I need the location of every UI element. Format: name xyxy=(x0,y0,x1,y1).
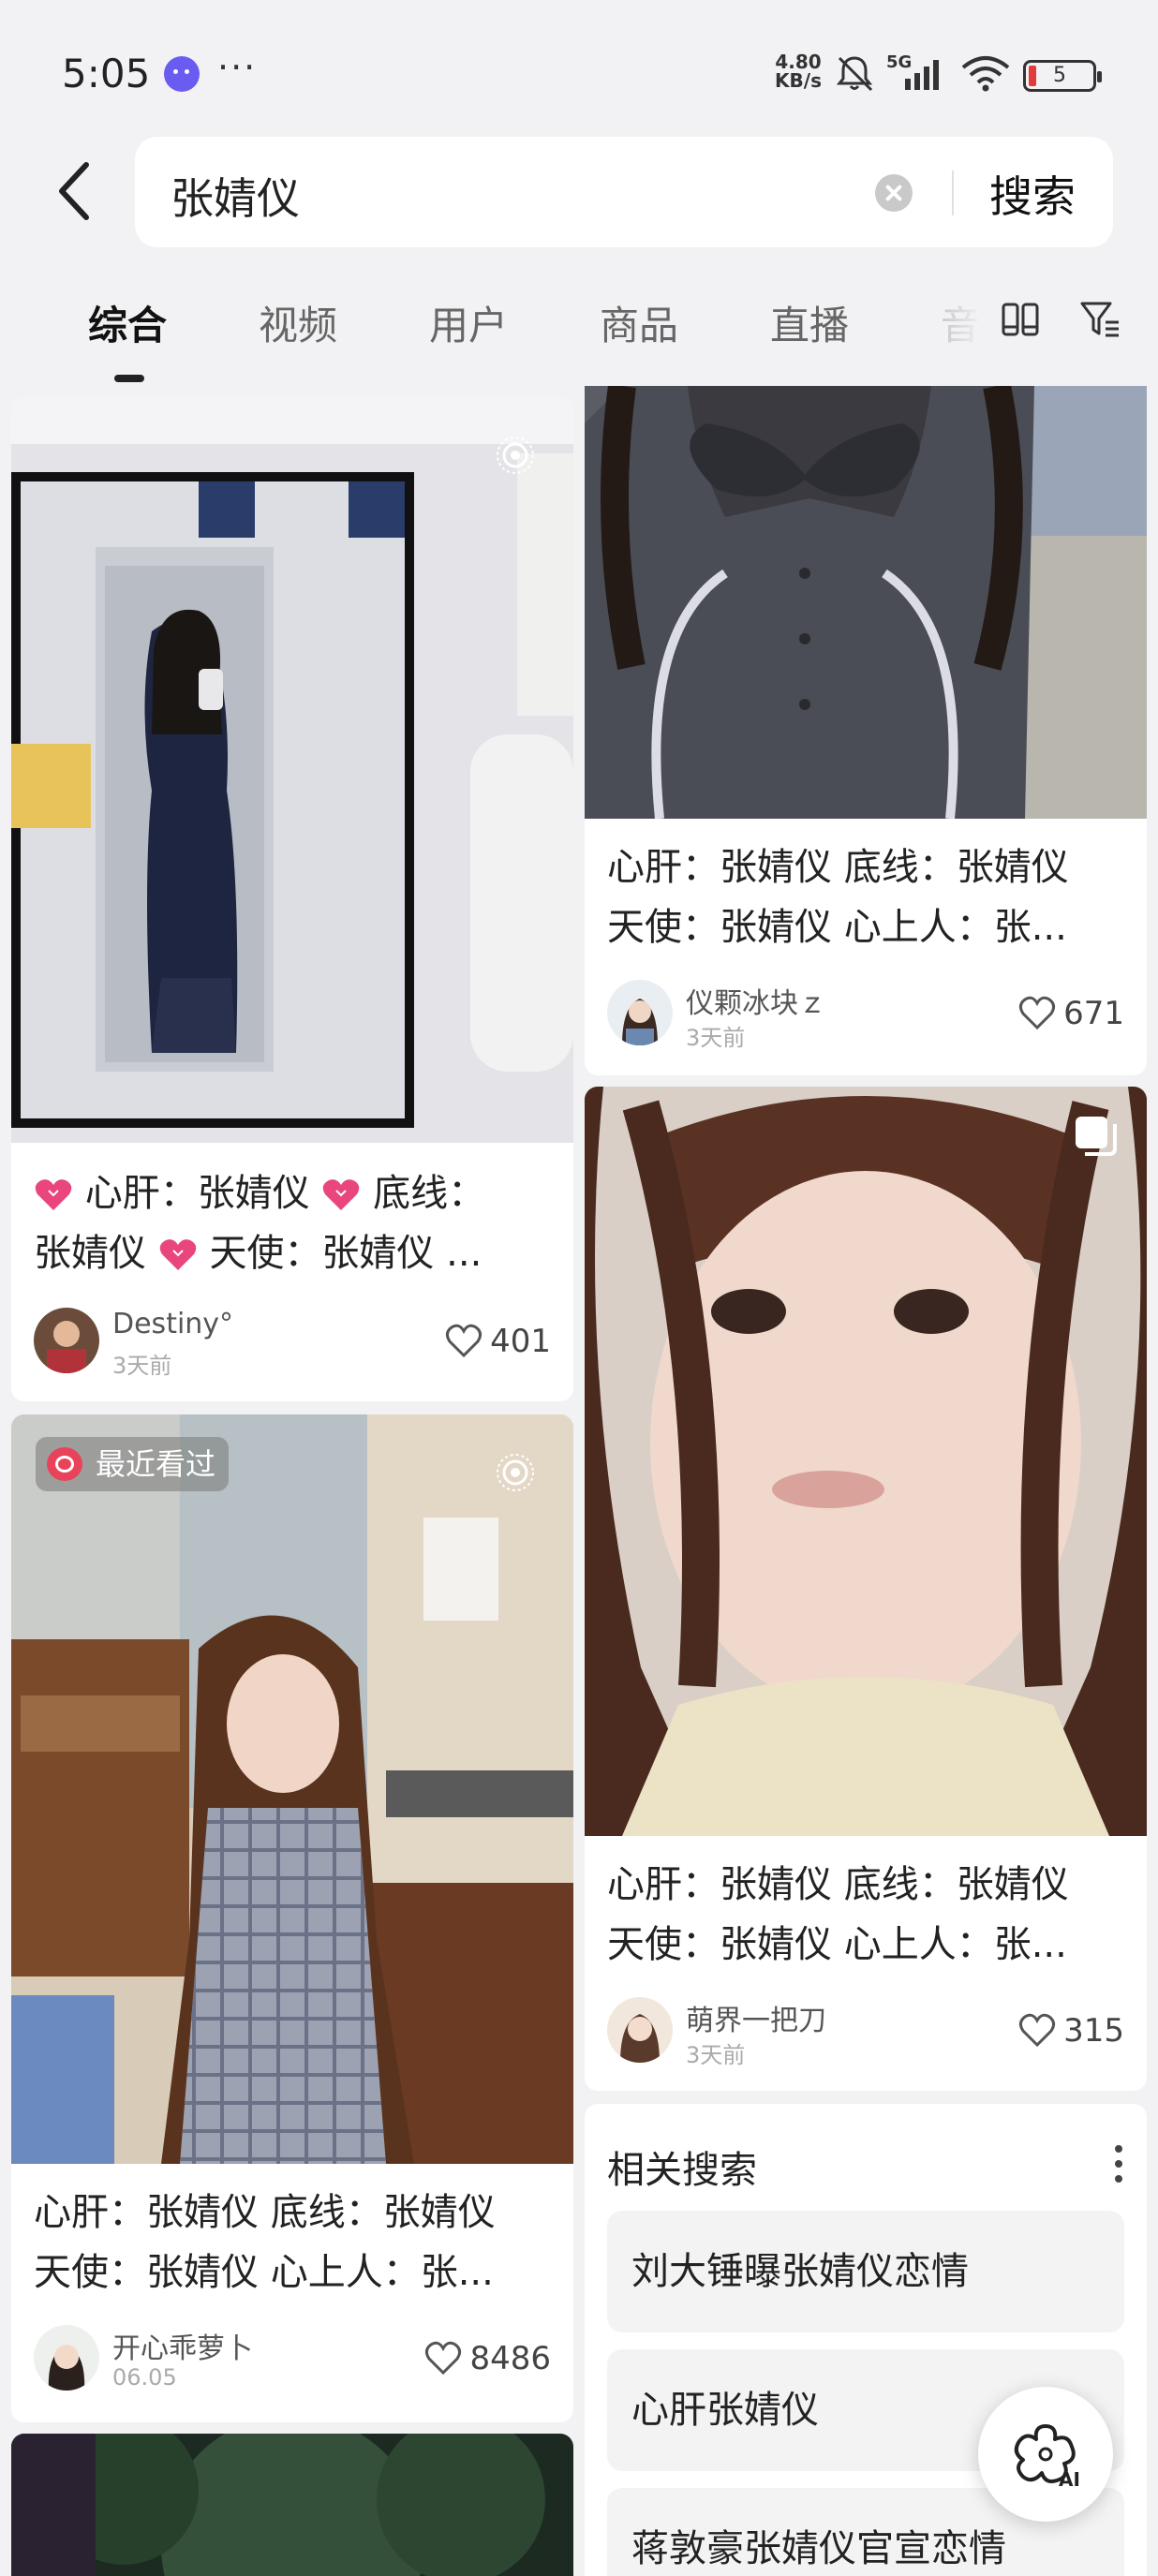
like-button[interactable]: 315 xyxy=(1018,2010,1124,2051)
heart-icon xyxy=(425,2341,462,2376)
author-name[interactable]: 开心乖萝卜 xyxy=(112,2325,253,2366)
note-author[interactable]: 萌界一把刀 3天前 315 xyxy=(607,1997,1124,2068)
avatar[interactable] xyxy=(607,980,673,1045)
note-card[interactable] xyxy=(11,2434,573,2576)
search-button[interactable]: 搜索 xyxy=(989,163,1076,225)
eye-icon xyxy=(47,1447,82,1481)
caption-line1: 心肝：张婧仪 底线：张婧仪 xyxy=(607,846,1069,889)
note-cover-image[interactable]: 最近看过 xyxy=(11,1414,573,2164)
caption-line2: 天使：张婧仪 心上人：张... xyxy=(34,2251,494,2294)
post-time: 3天前 xyxy=(686,2042,746,2068)
caption-line1: 心肝：张婧仪 底线：张婧仪 xyxy=(607,1863,1069,1906)
heart-icon xyxy=(1019,2013,1056,2048)
note-cover-image[interactable] xyxy=(585,386,1147,819)
ai-label: AI xyxy=(1059,2468,1080,2490)
note-card[interactable]: 最近看过 心肝：张婧仪 底线：张婧仪 天使：张婧仪 心上人：张... 开心乖萝卜… xyxy=(11,1414,573,2422)
heart-emoji-icon xyxy=(159,1239,196,1270)
tab-live[interactable]: 直播 xyxy=(770,294,849,351)
layout-toggle-icon[interactable] xyxy=(1001,302,1040,337)
tab-products[interactable]: 商品 xyxy=(600,294,678,351)
tab-users[interactable]: 用户 xyxy=(429,294,508,351)
like-button[interactable]: 8486 xyxy=(424,2338,551,2379)
status-bar: 5:05 ··· 4.80 KB/s 5G 5 xyxy=(0,0,1158,131)
app-notification-icon xyxy=(164,56,200,92)
like-count: 671 xyxy=(1063,995,1124,1032)
active-tab-indicator xyxy=(114,375,144,382)
more-options-icon[interactable] xyxy=(1115,2145,1124,2186)
note-caption[interactable]: 心肝：张婧仪 底线： 张婧仪 天使：张婧仪 ... xyxy=(34,1163,555,1283)
search-query[interactable]: 张婧仪 xyxy=(171,165,300,227)
post-time: 06.05 xyxy=(112,2364,177,2391)
related-searches-title: 相关搜索 xyxy=(607,2149,757,2192)
recently-viewed-badge: 最近看过 xyxy=(36,1437,230,1491)
clear-search-icon[interactable] xyxy=(875,174,913,212)
category-tabs: 综合 视频 用户 商品 直播 音 xyxy=(0,281,1158,393)
tab-video[interactable]: 视频 xyxy=(259,294,337,351)
note-caption[interactable]: 心肝：张婧仪 底线：张婧仪 天使：张婧仪 心上人：张... xyxy=(607,837,1128,957)
search-input[interactable]: 张婧仪 搜索 xyxy=(135,137,1113,247)
avatar[interactable] xyxy=(34,2325,99,2391)
caption-line1: 心肝：张婧仪 底线：张婧仪 xyxy=(34,2191,496,2234)
back-arrow-icon[interactable] xyxy=(49,157,105,225)
avatar[interactable] xyxy=(607,1997,673,2063)
mute-icon xyxy=(836,56,873,92)
note-cover-image[interactable] xyxy=(11,397,573,1143)
note-author[interactable]: Destiny° 3天前 401 xyxy=(34,1308,551,1379)
wifi-icon xyxy=(961,56,1010,92)
heart-icon xyxy=(446,1324,482,1358)
note-cover-image[interactable] xyxy=(585,1087,1147,1836)
network-speed-value: 4.80 xyxy=(775,51,822,73)
filter-icon[interactable] xyxy=(1079,300,1121,339)
post-time: 3天前 xyxy=(112,1353,172,1379)
more-notifications-icon: ··· xyxy=(217,47,258,88)
caption-line2a: 张婧仪 xyxy=(34,1232,146,1275)
live-photo-icon xyxy=(497,1454,534,1491)
avatar[interactable] xyxy=(34,1308,99,1373)
like-count: 401 xyxy=(490,1323,551,1360)
post-time: 3天前 xyxy=(686,1025,746,1051)
note-caption[interactable]: 心肝：张婧仪 底线：张婧仪 天使：张婧仪 心上人：张... xyxy=(34,2183,555,2302)
author-name[interactable]: 萌界一把刀 xyxy=(686,1997,826,2038)
like-button[interactable]: 671 xyxy=(1018,993,1124,1034)
note-card[interactable]: 心肝：张婧仪 底线： 张婧仪 天使：张婧仪 ... Destiny° 3天前 4… xyxy=(11,397,573,1401)
note-card[interactable]: 心肝：张婧仪 底线：张婧仪 天使：张婧仪 心上人：张... 萌界一把刀 3天前 … xyxy=(585,1087,1147,2091)
note-cover-image[interactable] xyxy=(11,2434,573,2576)
ai-flower-icon: AI xyxy=(1014,2424,1080,2490)
note-author[interactable]: 开心乖萝卜 06.05 8486 xyxy=(34,2325,551,2392)
caption-line1b: 底线： xyxy=(373,1172,486,1215)
battery-icon: 5 xyxy=(1023,60,1102,92)
multi-image-icon xyxy=(1076,1117,1117,1156)
note-author[interactable]: 仪颗冰块ｚ 3天前 671 xyxy=(607,980,1124,1051)
caption-line2: 天使：张婧仪 心上人：张... xyxy=(607,1923,1067,1966)
note-caption[interactable]: 心肝：张婧仪 底线：张婧仪 天使：张婧仪 心上人：张... xyxy=(607,1855,1128,1975)
clock: 5:05 xyxy=(62,51,151,96)
note-card[interactable]: 心肝：张婧仪 底线：张婧仪 天使：张婧仪 心上人：张... 仪颗冰块ｚ 3天前 … xyxy=(585,386,1147,1075)
caption-line2: 天使：张婧仪 心上人：张... xyxy=(607,906,1067,949)
caption-line1: 心肝：张婧仪 xyxy=(84,1172,310,1215)
author-name[interactable]: 仪颗冰块ｚ xyxy=(686,980,826,1021)
caption-line2b: 天使：张婧仪 ... xyxy=(209,1232,482,1275)
heart-emoji-icon xyxy=(35,1179,72,1210)
divider xyxy=(952,170,954,215)
like-count: 315 xyxy=(1063,2012,1124,2050)
ai-assistant-button[interactable]: AI xyxy=(978,2387,1113,2522)
network-speed-unit: KB/s xyxy=(775,69,822,92)
heart-icon xyxy=(1019,996,1056,1030)
tab-general[interactable]: 综合 xyxy=(88,294,167,351)
badge-label: 最近看过 xyxy=(96,1446,216,1482)
signal-bars-icon xyxy=(905,60,939,90)
author-name[interactable]: Destiny° xyxy=(112,1308,233,1340)
battery-level: 5 xyxy=(1053,64,1066,87)
related-search-item[interactable]: 刘大锤曝张婧仪恋情 xyxy=(607,2211,1124,2332)
heart-emoji-icon xyxy=(323,1179,360,1210)
live-photo-icon xyxy=(497,437,534,474)
like-count: 8486 xyxy=(469,2340,551,2377)
network-speed: 4.80 KB/s xyxy=(770,52,826,90)
like-button[interactable]: 401 xyxy=(445,1321,551,1362)
